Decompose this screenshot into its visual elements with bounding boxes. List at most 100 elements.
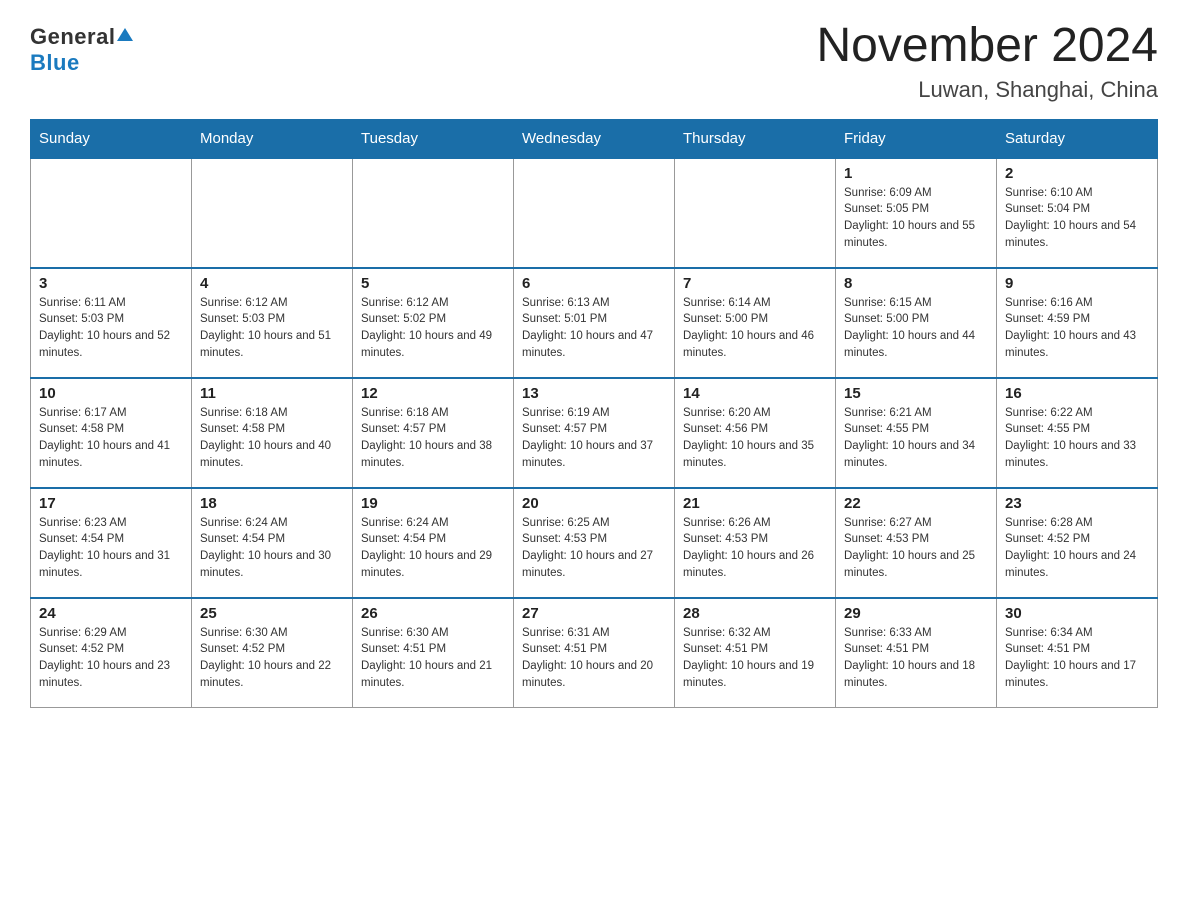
calendar-cell: 19 Sunrise: 6:24 AM Sunset: 4:54 PM Dayli… [353,488,514,598]
day-number: 29 [844,605,988,622]
day-info: Sunrise: 6:27 AM Sunset: 4:53 PM Dayligh… [844,515,988,582]
day-info: Sunrise: 6:13 AM Sunset: 5:01 PM Dayligh… [522,295,666,362]
day-info: Sunrise: 6:16 AM Sunset: 4:59 PM Dayligh… [1005,295,1149,362]
calendar-cell [192,158,353,268]
calendar-cell: 15 Sunrise: 6:21 AM Sunset: 4:55 PM Dayli… [836,378,997,488]
day-number: 24 [39,605,183,622]
calendar-cell: 9Sunrise: 6:16 AM Sunset: 4:59 PM Daylig… [997,268,1158,378]
day-number: 23 [1005,495,1149,512]
calendar-cell: 11 Sunrise: 6:18 AM Sunset: 4:58 PM Dayli… [192,378,353,488]
calendar-cell: 30 Sunrise: 6:34 AM Sunset: 4:51 PM Dayli… [997,598,1158,708]
calendar-cell [514,158,675,268]
weekday-header-sunday: Sunday [31,119,192,158]
day-number: 8 [844,275,988,292]
calendar-cell: 3 Sunrise: 6:11 AM Sunset: 5:03 PM Daylig… [31,268,192,378]
weekday-header-tuesday: Tuesday [353,119,514,158]
calendar-cell: 21Sunrise: 6:26 AM Sunset: 4:53 PM Dayli… [675,488,836,598]
week-row-4: 17Sunrise: 6:23 AM Sunset: 4:54 PM Dayli… [31,488,1158,598]
week-row-5: 24 Sunrise: 6:29 AM Sunset: 4:52 PM Dayli… [31,598,1158,708]
calendar-cell: 29 Sunrise: 6:33 AM Sunset: 4:51 PM Dayli… [836,598,997,708]
day-info: Sunrise: 6:10 AM Sunset: 5:04 PM Dayligh… [1005,185,1149,252]
day-info: Sunrise: 6:29 AM Sunset: 4:52 PM Dayligh… [39,625,183,692]
day-info: Sunrise: 6:24 AM Sunset: 4:54 PM Dayligh… [361,515,505,582]
day-info: Sunrise: 6:12 AM Sunset: 5:03 PM Dayligh… [200,295,344,362]
calendar-cell [31,158,192,268]
weekday-header-monday: Monday [192,119,353,158]
day-info: Sunrise: 6:31 AM Sunset: 4:51 PM Dayligh… [522,625,666,692]
calendar-cell: 24 Sunrise: 6:29 AM Sunset: 4:52 PM Dayli… [31,598,192,708]
day-info: Sunrise: 6:24 AM Sunset: 4:54 PM Dayligh… [200,515,344,582]
day-info: Sunrise: 6:34 AM Sunset: 4:51 PM Dayligh… [1005,625,1149,692]
day-number: 26 [361,605,505,622]
day-number: 27 [522,605,666,622]
calendar-cell: 26 Sunrise: 6:30 AM Sunset: 4:51 PM Dayli… [353,598,514,708]
day-info: Sunrise: 6:30 AM Sunset: 4:51 PM Dayligh… [361,625,505,692]
day-info: Sunrise: 6:21 AM Sunset: 4:55 PM Dayligh… [844,405,988,472]
day-info: Sunrise: 6:30 AM Sunset: 4:52 PM Dayligh… [200,625,344,692]
day-number: 28 [683,605,827,622]
day-number: 5 [361,275,505,292]
day-number: 19 [361,495,505,512]
calendar-cell: 12Sunrise: 6:18 AM Sunset: 4:57 PM Dayli… [353,378,514,488]
day-number: 22 [844,495,988,512]
day-number: 3 [39,275,183,292]
day-info: Sunrise: 6:28 AM Sunset: 4:52 PM Dayligh… [1005,515,1149,582]
logo-triangle-icon [117,28,133,41]
day-number: 30 [1005,605,1149,622]
calendar-cell: 25 Sunrise: 6:30 AM Sunset: 4:52 PM Dayli… [192,598,353,708]
calendar-cell: 5Sunrise: 6:12 AM Sunset: 5:02 PM Daylig… [353,268,514,378]
day-number: 14 [683,385,827,402]
day-number: 13 [522,385,666,402]
weekday-header-thursday: Thursday [675,119,836,158]
week-row-1: 1 Sunrise: 6:09 AM Sunset: 5:05 PM Daylig… [31,158,1158,268]
logo-general-text: General [30,24,115,50]
day-info: Sunrise: 6:17 AM Sunset: 4:58 PM Dayligh… [39,405,183,472]
day-info: Sunrise: 6:33 AM Sunset: 4:51 PM Dayligh… [844,625,988,692]
logo: General Blue [30,20,133,76]
calendar-cell [675,158,836,268]
calendar-cell: 18 Sunrise: 6:24 AM Sunset: 4:54 PM Dayli… [192,488,353,598]
title-area: November 2024 Luwan, Shanghai, China [816,20,1158,103]
calendar-cell: 22 Sunrise: 6:27 AM Sunset: 4:53 PM Dayli… [836,488,997,598]
day-info: Sunrise: 6:32 AM Sunset: 4:51 PM Dayligh… [683,625,827,692]
day-number: 20 [522,495,666,512]
calendar-cell: 17Sunrise: 6:23 AM Sunset: 4:54 PM Dayli… [31,488,192,598]
day-info: Sunrise: 6:11 AM Sunset: 5:03 PM Dayligh… [39,295,183,362]
calendar-cell [353,158,514,268]
day-number: 10 [39,385,183,402]
day-number: 4 [200,275,344,292]
calendar-cell: 27 Sunrise: 6:31 AM Sunset: 4:51 PM Dayli… [514,598,675,708]
weekday-header-wednesday: Wednesday [514,119,675,158]
calendar-subtitle: Luwan, Shanghai, China [816,77,1158,103]
day-info: Sunrise: 6:25 AM Sunset: 4:53 PM Dayligh… [522,515,666,582]
calendar-table: SundayMondayTuesdayWednesdayThursdayFrid… [30,119,1158,709]
week-row-2: 3 Sunrise: 6:11 AM Sunset: 5:03 PM Daylig… [31,268,1158,378]
weekday-header-saturday: Saturday [997,119,1158,158]
day-number: 17 [39,495,183,512]
calendar-title: November 2024 [816,20,1158,73]
calendar-cell: 16Sunrise: 6:22 AM Sunset: 4:55 PM Dayli… [997,378,1158,488]
day-info: Sunrise: 6:15 AM Sunset: 5:00 PM Dayligh… [844,295,988,362]
calendar-cell: 8 Sunrise: 6:15 AM Sunset: 5:00 PM Daylig… [836,268,997,378]
day-number: 6 [522,275,666,292]
day-number: 18 [200,495,344,512]
day-number: 11 [200,385,344,402]
day-number: 1 [844,165,988,182]
weekday-header-friday: Friday [836,119,997,158]
calendar-cell: 13 Sunrise: 6:19 AM Sunset: 4:57 PM Dayli… [514,378,675,488]
day-number: 16 [1005,385,1149,402]
calendar-cell: 1 Sunrise: 6:09 AM Sunset: 5:05 PM Daylig… [836,158,997,268]
logo-blue-text: Blue [30,50,80,76]
day-number: 15 [844,385,988,402]
calendar-cell: 6 Sunrise: 6:13 AM Sunset: 5:01 PM Daylig… [514,268,675,378]
calendar-cell: 10 Sunrise: 6:17 AM Sunset: 4:58 PM Dayli… [31,378,192,488]
calendar-cell: 20 Sunrise: 6:25 AM Sunset: 4:53 PM Dayli… [514,488,675,598]
calendar-cell: 7Sunrise: 6:14 AM Sunset: 5:00 PM Daylig… [675,268,836,378]
day-info: Sunrise: 6:09 AM Sunset: 5:05 PM Dayligh… [844,185,988,252]
day-number: 25 [200,605,344,622]
day-info: Sunrise: 6:18 AM Sunset: 4:58 PM Dayligh… [200,405,344,472]
day-info: Sunrise: 6:20 AM Sunset: 4:56 PM Dayligh… [683,405,827,472]
day-info: Sunrise: 6:19 AM Sunset: 4:57 PM Dayligh… [522,405,666,472]
day-info: Sunrise: 6:18 AM Sunset: 4:57 PM Dayligh… [361,405,505,472]
calendar-cell: 28 Sunrise: 6:32 AM Sunset: 4:51 PM Dayli… [675,598,836,708]
